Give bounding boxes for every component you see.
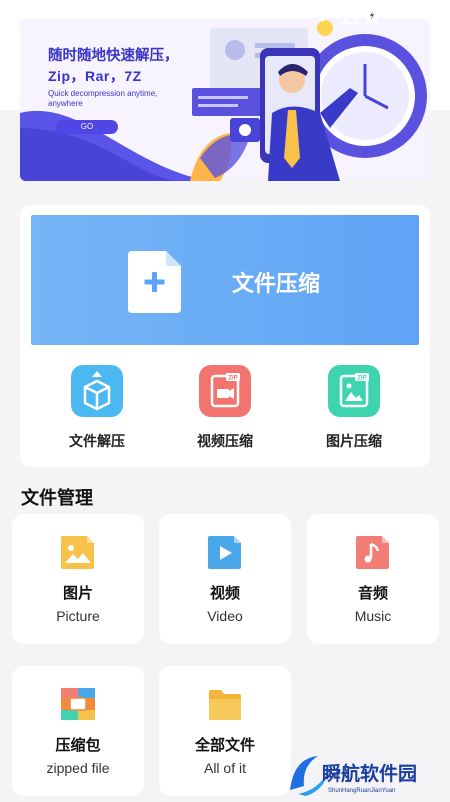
banner-subtitle: Quick decompression anytime, anywhere [48, 89, 158, 108]
status-time: 11:03 [399, 5, 440, 22]
no-signal-icon [342, 6, 358, 24]
banner-formats: Zip，Rar，7Z [48, 68, 142, 84]
tool-unzip[interactable]: 文件解压 [37, 365, 157, 455]
category-name: 压缩包 [55, 736, 101, 754]
music-icon [356, 536, 389, 569]
category-name: 音频 [357, 584, 388, 602]
category-sub: Music [354, 608, 392, 624]
box-unpack-icon [71, 365, 123, 417]
zip-archive-icon [61, 688, 95, 720]
wifi-icon [313, 7, 333, 22]
category-sub: Picture [56, 608, 100, 624]
status-icons [312, 6, 378, 24]
category-all-files[interactable]: 全部文件 All of it [159, 666, 291, 796]
svg-text:ZIP: ZIP [357, 376, 366, 382]
folder-icon [209, 690, 241, 720]
video-icon [208, 536, 241, 569]
category-name: 全部文件 [194, 736, 255, 754]
video-zip-icon: ZIP [199, 365, 251, 417]
category-name: 图片 [62, 584, 93, 602]
file-compress-button[interactable]: 文件压缩 [31, 215, 419, 345]
file-compress-label: 文件压缩 [232, 272, 321, 297]
tool-video-compress[interactable]: ZIP 视频压缩 [165, 365, 285, 455]
main-tools-card: 文件压缩 文件解压 ZIP 视频压缩 ZIP 图片压缩 [20, 205, 430, 467]
tool-image-compress-label: 图片压缩 [326, 434, 382, 450]
image-zip-icon: ZIP [328, 365, 380, 417]
status-bar: 11:03 [0, 0, 450, 30]
banner-headline: 随时随地快速解压， [48, 48, 179, 64]
svg-text:ZIP: ZIP [228, 376, 237, 382]
category-sub: zipped file [46, 760, 110, 776]
category-music[interactable]: 音频 Music [307, 514, 439, 644]
category-picture[interactable]: 图片 Picture [12, 514, 144, 644]
svg-text:瞬航软件园: 瞬航软件园 [322, 762, 417, 785]
file-manage-title: 文件管理 [21, 488, 93, 509]
category-video[interactable]: 视频 Video [159, 514, 291, 644]
watermark-logo: 瞬航软件园 ShunHangRuanJianYuan [288, 750, 448, 798]
picture-icon [61, 536, 94, 569]
tool-image-compress[interactable]: ZIP 图片压缩 [294, 365, 414, 455]
tool-unzip-label: 文件解压 [69, 434, 125, 450]
banner-go-button[interactable]: GO [56, 120, 118, 134]
category-name: 视频 [209, 584, 240, 602]
category-zipped[interactable]: 压缩包 zipped file [12, 666, 144, 796]
category-sub: Video [207, 608, 243, 624]
battery-charging-icon [367, 6, 377, 23]
promo-banner[interactable]: 随时随地快速解压， Zip，Rar，7Z Quick decompression… [20, 18, 430, 181]
add-file-icon [128, 251, 181, 313]
category-sub: All of it [203, 760, 246, 776]
tool-video-compress-label: 视频压缩 [197, 434, 253, 450]
svg-text:ShunHangRuanJianYuan: ShunHangRuanJianYuan [328, 788, 395, 794]
